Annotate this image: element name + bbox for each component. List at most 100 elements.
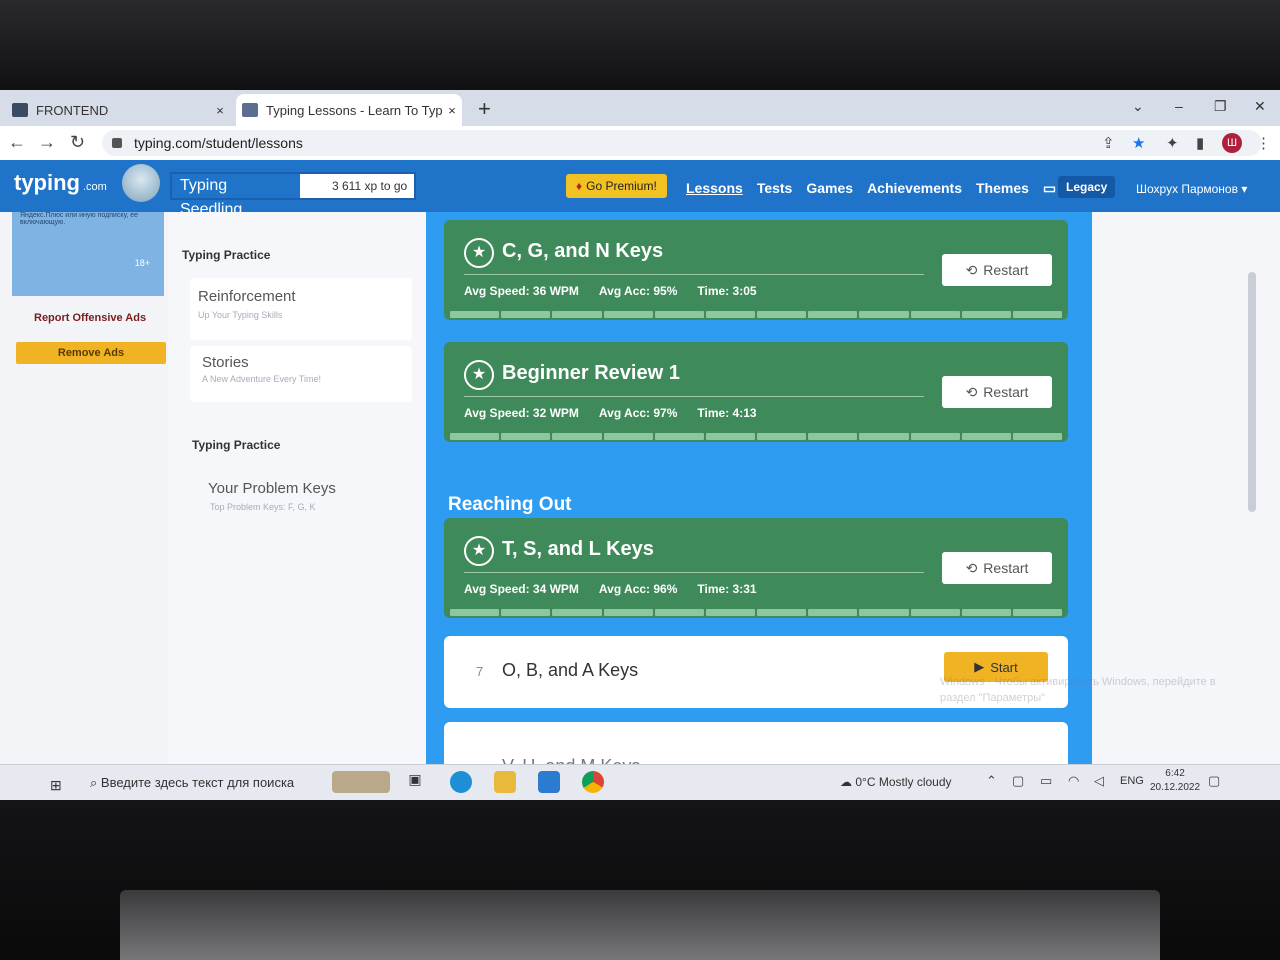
tray-chevron-icon[interactable]: ⌃ <box>986 773 997 789</box>
menu-section-title: Typing Practice <box>182 248 271 262</box>
lesson-name: T, S, and L Keys <box>502 538 654 560</box>
menu-dots-icon[interactable]: ⋮ <box>1256 134 1271 152</box>
nav-games[interactable]: Games <box>806 180 853 197</box>
wifi-icon[interactable]: ◠ <box>1068 773 1079 789</box>
logo-text: typing <box>14 170 80 195</box>
go-premium-button[interactable]: ♦ Go Premium! <box>566 174 667 198</box>
folder-icon <box>12 103 28 117</box>
clock-time: 6:42 <box>1165 768 1185 779</box>
new-tab-button[interactable]: + <box>478 96 491 122</box>
typing-favicon-icon <box>242 103 258 117</box>
menu-item-label: Reinforcement <box>198 288 296 305</box>
menu-item-problem-keys[interactable]: Your Problem Keys <box>208 480 336 497</box>
language-indicator[interactable]: ENG <box>1120 775 1144 787</box>
tab-title: Typing Lessons - Learn To Type A <box>266 102 442 118</box>
address-bar: ← → ↻ typing.com/student/lessons ⇪ ★ ✦ ▮… <box>0 126 1280 161</box>
tab-frontend[interactable]: FRONTEND × <box>6 94 230 126</box>
url-text: typing.com/student/lessons <box>134 135 303 151</box>
share-icon[interactable]: ⇪ <box>1102 134 1115 152</box>
nav-lessons[interactable]: Lessons <box>686 180 743 197</box>
battery-icon[interactable]: ▭ <box>1040 773 1052 789</box>
menu-item-sublabel: Up Your Typing Skills <box>198 310 283 320</box>
nav-achievements[interactable]: Achievements <box>867 180 962 197</box>
level-progress[interactable]: Typing Seedling 3 611 xp to go <box>170 172 416 218</box>
notifications-icon[interactable]: ▢ <box>1208 773 1220 789</box>
close-tab-icon[interactable]: × <box>442 103 462 118</box>
site-header: typing .com Typing Seedling 3 611 xp to g… <box>0 160 1280 218</box>
file-explorer-icon[interactable] <box>494 771 516 793</box>
task-view-icon[interactable]: ▣ <box>404 771 426 793</box>
windows-taskbar: ⊞ ⌕ Введите здесь текст для поиска ▣ ☁ 0… <box>0 764 1280 800</box>
close-tab-icon[interactable]: × <box>210 103 230 118</box>
lesson-progress <box>450 609 1063 616</box>
avg-speed: Avg Speed: 36 WPM <box>464 284 579 298</box>
weather-widget[interactable]: ☁ 0°C Mostly cloudy <box>840 775 952 789</box>
bookmark-star-icon[interactable]: ★ <box>1132 134 1145 152</box>
user-avatar[interactable] <box>122 164 160 202</box>
edge-icon[interactable] <box>450 771 472 793</box>
page-scrollbar[interactable] <box>1248 272 1256 512</box>
tab-typing-lessons[interactable]: Typing Lessons - Learn To Type A × <box>236 94 462 126</box>
divider <box>464 572 924 573</box>
back-icon[interactable]: ← <box>8 132 26 153</box>
lesson-stats: Avg Speed: 32 WPM Avg Acc: 97% Time: 4:1… <box>464 406 757 420</box>
star-icon: ★ <box>464 238 494 268</box>
lesson-card-completed[interactable]: ★ T, S, and L Keys Avg Speed: 34 WPM Avg… <box>444 518 1068 618</box>
ad-banner[interactable]: Яндекс.Плюс или иную подписку, ее включа… <box>12 212 164 296</box>
user-menu[interactable]: Шохрух Пармонов ▾ <box>1136 182 1247 196</box>
lesson-stats: Avg Speed: 36 WPM Avg Acc: 95% Time: 3:0… <box>464 284 757 298</box>
remove-ads-button[interactable]: Remove Ads <box>16 342 166 364</box>
nav-themes[interactable]: Themes <box>976 180 1029 197</box>
lessons-list: ★ C, G, and N Keys Avg Speed: 36 WPM Avg… <box>426 212 1092 800</box>
legacy-button[interactable]: Legacy <box>1058 176 1116 198</box>
mail-icon[interactable] <box>538 771 560 793</box>
nav-tests[interactable]: Tests <box>757 180 793 197</box>
lesson-time: Time: 3:31 <box>697 582 757 596</box>
tab-search-icon[interactable]: ⌄ <box>1132 98 1144 115</box>
restart-button[interactable]: ⟲ Restart <box>942 254 1052 286</box>
history-icon: ⟲ <box>965 559 978 576</box>
clock[interactable]: 6:42 20.12.2022 <box>1150 767 1200 795</box>
restart-button[interactable]: ⟲ Restart <box>942 376 1052 408</box>
lesson-card-completed[interactable]: ★ C, G, and N Keys Avg Speed: 36 WPM Avg… <box>444 220 1068 320</box>
cloud-icon: ☁ <box>840 775 856 789</box>
lock-icon <box>112 138 122 148</box>
profile-avatar[interactable]: Ш <box>1222 133 1242 153</box>
section-title: Reaching Out <box>448 494 572 515</box>
lesson-card-completed[interactable]: ★ Beginner Review 1 Avg Speed: 32 WPM Av… <box>444 342 1068 442</box>
search-placeholder: Введите здесь текст для поиска <box>100 775 295 790</box>
minimize-icon[interactable]: – <box>1175 98 1183 114</box>
weather-text: 0°C Mostly cloudy <box>855 775 952 789</box>
sidepanel-icon[interactable]: ▮ <box>1196 134 1204 152</box>
menu-item-sublabel: Top Problem Keys: F, G, K <box>210 502 316 512</box>
menu-item-reinforcement[interactable]: Reinforcement Up Your Typing Skills <box>190 278 412 340</box>
chrome-icon[interactable] <box>582 771 604 793</box>
divider <box>464 396 924 397</box>
menu-item-stories[interactable]: Stories A New Adventure Every Time! <box>190 346 412 402</box>
restore-icon[interactable]: ❐ <box>1214 98 1227 115</box>
restart-label: Restart <box>983 262 1029 278</box>
windows-start-icon[interactable]: ⊞ <box>50 777 62 794</box>
close-window-icon[interactable]: ✕ <box>1254 98 1266 115</box>
screen: FRONTEND × Typing Lessons - Learn To Typ… <box>0 90 1280 800</box>
omnibox[interactable]: typing.com/student/lessons <box>102 130 1262 156</box>
meet-now-icon[interactable]: ▢ <box>1012 773 1024 789</box>
premium-label: Go Premium! <box>586 179 657 193</box>
play-icon: ▶ <box>974 659 985 674</box>
tab-title: FRONTEND <box>36 102 109 118</box>
reload-icon[interactable]: ↻ <box>70 132 85 153</box>
top-nav: Lessons Tests Games Achievements Themes … <box>686 180 1080 197</box>
taskbar-search[interactable]: ⌕ Введите здесь текст для поиска <box>90 775 294 791</box>
xp-to-go: 3 611 xp to go <box>332 179 408 193</box>
search-highlight-icon[interactable] <box>332 771 390 793</box>
report-ads-link[interactable]: Report Offensive Ads <box>34 312 146 324</box>
forward-icon[interactable]: → <box>38 132 56 153</box>
age-rating: 18+ <box>134 258 150 268</box>
laptop-base <box>120 890 1160 960</box>
typing-logo[interactable]: typing .com <box>14 170 107 196</box>
start-label: Start <box>990 659 1018 675</box>
lesson-progress <box>450 311 1063 318</box>
restart-button[interactable]: ⟲ Restart <box>942 552 1052 584</box>
volume-icon[interactable]: ◁ <box>1094 773 1104 789</box>
extensions-icon[interactable]: ✦ <box>1166 134 1179 152</box>
